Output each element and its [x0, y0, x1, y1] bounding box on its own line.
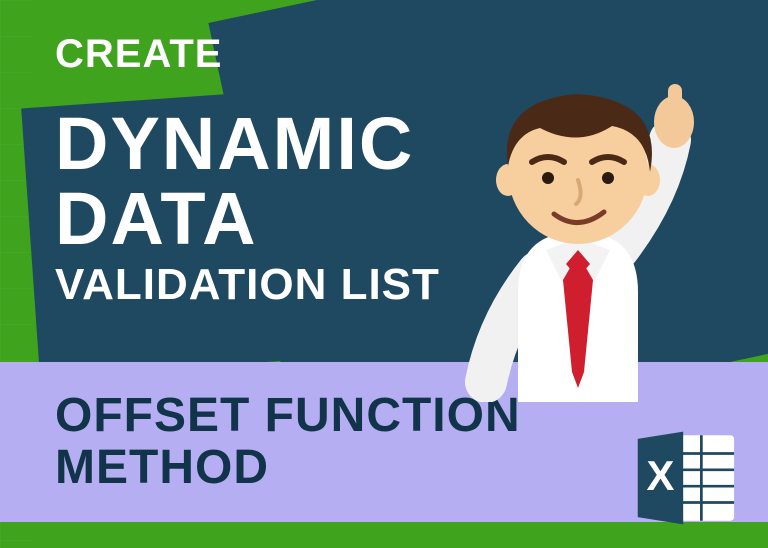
heading-line-1: DYNAMIC [55, 106, 440, 181]
excel-icon-letter: X [647, 452, 675, 499]
heading-line-3: VALIDATION LIST [55, 263, 440, 308]
subtitle-text: OFFSET FUNCTION METHOD [55, 390, 521, 494]
subtitle-line-2: METHOD [55, 442, 521, 494]
heading-create: CREATE [55, 32, 222, 77]
heading-line-2: DATA [55, 181, 440, 256]
heading-main: DYNAMIC DATA VALIDATION LIST [55, 106, 440, 308]
excel-icon: X [630, 428, 740, 528]
businessman-character [428, 62, 728, 402]
